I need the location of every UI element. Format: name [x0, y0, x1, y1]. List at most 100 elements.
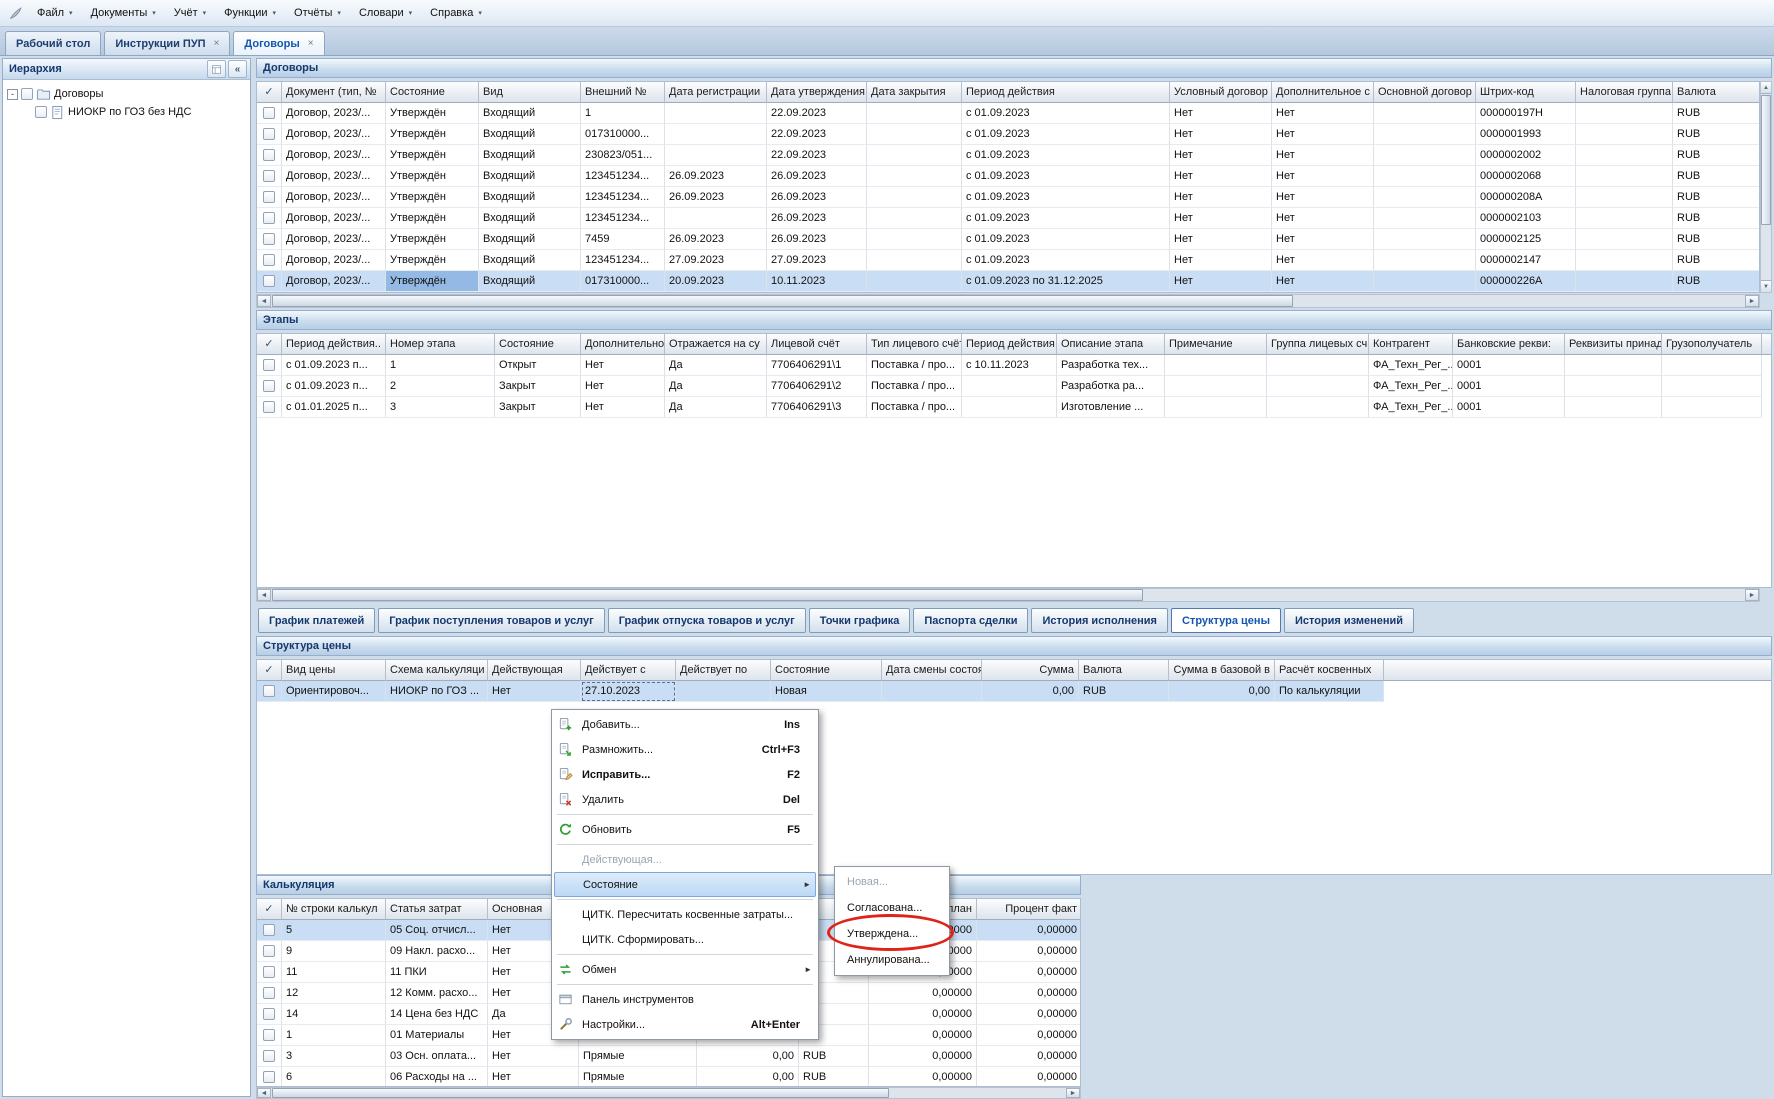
cell[interactable] [1374, 229, 1476, 250]
cell[interactable]: Договор, 2023/... [282, 229, 386, 250]
cell[interactable]: 0,00000 [977, 1004, 1081, 1025]
cell[interactable]: Нет [1170, 166, 1272, 187]
cell[interactable]: Нет [1272, 145, 1374, 166]
cell[interactable]: Нет [1170, 208, 1272, 229]
select-all-column-header[interactable]: ✓ [257, 899, 282, 920]
cell[interactable]: Нет [1272, 187, 1374, 208]
cell[interactable]: Входящий [479, 229, 581, 250]
cell[interactable]: 7459 [581, 229, 665, 250]
cell[interactable]: 3 [282, 1046, 386, 1067]
subtab-deal-passports[interactable]: Паспорта сделки [913, 608, 1028, 633]
column-header[interactable]: Действует по [676, 660, 771, 681]
cell[interactable]: с 01.01.2025 п... [282, 397, 386, 418]
cell[interactable]: 000000208А [1476, 187, 1576, 208]
cm-citk-form[interactable]: ЦИТК. Сформировать... [554, 927, 816, 952]
tab-pup-instructions[interactable]: Инструкции ПУП× [104, 31, 230, 55]
cell[interactable]: 0,00000 [977, 920, 1081, 941]
cell[interactable]: RUB [1673, 271, 1760, 292]
cell[interactable]: Нет [1170, 187, 1272, 208]
cell[interactable]: с 01.09.2023 по 31.12.2025 [962, 271, 1170, 292]
cell[interactable]: ФА_Техн_Рег_... [1369, 397, 1453, 418]
checkbox[interactable] [263, 128, 275, 140]
column-header[interactable]: Валюта [1673, 82, 1760, 103]
column-header[interactable]: Группа лицевых сч [1267, 334, 1369, 355]
checkbox[interactable] [263, 170, 275, 182]
column-header[interactable]: Примечание [1165, 334, 1267, 355]
cell[interactable]: 0001 [1453, 355, 1565, 376]
cell[interactable]: Утверждён [386, 187, 479, 208]
table-row[interactable]: Договор, 2023/...УтверждёнВходящий123451… [257, 166, 1759, 187]
row-checkbox-cell[interactable] [257, 187, 282, 208]
stages-hscrollbar[interactable]: ◄ ► [256, 588, 1760, 602]
select-all-column-header[interactable]: ✓ [257, 82, 282, 103]
checkbox[interactable] [263, 212, 275, 224]
cell[interactable]: Входящий [479, 145, 581, 166]
cell[interactable]: Нет [581, 376, 665, 397]
scroll-left-arrow-icon[interactable]: ◄ [257, 1088, 271, 1098]
row-checkbox-cell[interactable] [257, 920, 282, 941]
cell[interactable]: RUB [1673, 145, 1760, 166]
table-row[interactable]: Договор, 2023/...УтверждёнВходящий745926… [257, 229, 1759, 250]
column-header[interactable]: Грузополучатель [1662, 334, 1762, 355]
cell[interactable]: 26.09.2023 [767, 208, 867, 229]
row-checkbox-cell[interactable] [257, 355, 282, 376]
subtab-goods-release-schedule[interactable]: График отпуска товаров и услуг [608, 608, 806, 633]
row-checkbox-cell[interactable] [257, 1046, 282, 1067]
cell[interactable]: 0,00000 [977, 1067, 1081, 1087]
cell[interactable] [962, 376, 1057, 397]
cell[interactable]: Нет [1272, 250, 1374, 271]
cell[interactable]: Нет [1272, 166, 1374, 187]
column-header[interactable]: Действующая [488, 660, 581, 681]
cell[interactable] [882, 681, 982, 702]
cell[interactable]: Закрыт [495, 397, 581, 418]
column-header[interactable]: Период действия.. [282, 334, 386, 355]
cell[interactable]: 123451234... [581, 166, 665, 187]
cell[interactable]: Поставка / про... [867, 376, 962, 397]
cell[interactable]: Входящий [479, 250, 581, 271]
cm-toolbar[interactable]: Панель инструментов [554, 987, 816, 1012]
cell[interactable]: 20.09.2023 [665, 271, 767, 292]
tab-desktop[interactable]: Рабочий стол [5, 31, 101, 55]
row-checkbox-cell[interactable] [257, 1067, 282, 1087]
collapse-panel-button[interactable]: « [228, 60, 247, 78]
column-header[interactable]: Состояние [495, 334, 581, 355]
cell[interactable]: Поставка / про... [867, 397, 962, 418]
cell[interactable]: 1 [581, 103, 665, 124]
cell[interactable]: 22.09.2023 [767, 124, 867, 145]
cell[interactable]: Нет [1170, 145, 1272, 166]
cell[interactable]: 0000002002 [1476, 145, 1576, 166]
cell[interactable]: Нет [581, 355, 665, 376]
row-checkbox-cell[interactable] [257, 124, 282, 145]
cell[interactable]: 06 Расходы на ... [386, 1067, 488, 1087]
cell[interactable]: 1 [386, 355, 495, 376]
subtab-goods-receipt-schedule[interactable]: График поступления товаров и услуг [378, 608, 604, 633]
table-row[interactable]: Договор, 2023/...УтверждёнВходящий123451… [257, 250, 1759, 271]
cell[interactable] [867, 250, 962, 271]
checkbox[interactable] [263, 359, 275, 371]
row-checkbox-cell[interactable] [257, 962, 282, 983]
column-header[interactable]: Статья затрат [386, 899, 488, 920]
menu-documents[interactable]: Документы▾ [82, 3, 165, 23]
menu-functions[interactable]: Функции▾ [215, 3, 285, 23]
cell[interactable]: 123451234... [581, 187, 665, 208]
column-header[interactable]: Реквизиты принад [1565, 334, 1662, 355]
column-header[interactable]: Тип лицевого счёт [867, 334, 962, 355]
select-all-column-header[interactable]: ✓ [257, 660, 282, 681]
table-row[interactable]: Договор, 2023/...УтверждёнВходящий017310… [257, 271, 1759, 292]
cell[interactable] [1576, 103, 1673, 124]
cell[interactable] [1165, 397, 1267, 418]
table-row[interactable]: Договор, 2023/...УтверждёнВходящий122.09… [257, 103, 1759, 124]
checkbox[interactable] [263, 685, 275, 697]
cell[interactable]: с 01.09.2023 [962, 103, 1170, 124]
cell[interactable]: 05 Соц. отчисл... [386, 920, 488, 941]
cell[interactable] [1374, 124, 1476, 145]
cell[interactable] [867, 187, 962, 208]
checkbox[interactable] [263, 149, 275, 161]
cm-delete[interactable]: УдалитьDel [554, 787, 816, 812]
column-header[interactable]: Дополнительное с [1272, 82, 1374, 103]
cell[interactable] [867, 229, 962, 250]
cell[interactable]: 12 [282, 983, 386, 1004]
cell[interactable]: 26.09.2023 [665, 166, 767, 187]
cell[interactable]: 5 [282, 920, 386, 941]
table-row[interactable]: Договор, 2023/...УтверждёнВходящий123451… [257, 187, 1759, 208]
